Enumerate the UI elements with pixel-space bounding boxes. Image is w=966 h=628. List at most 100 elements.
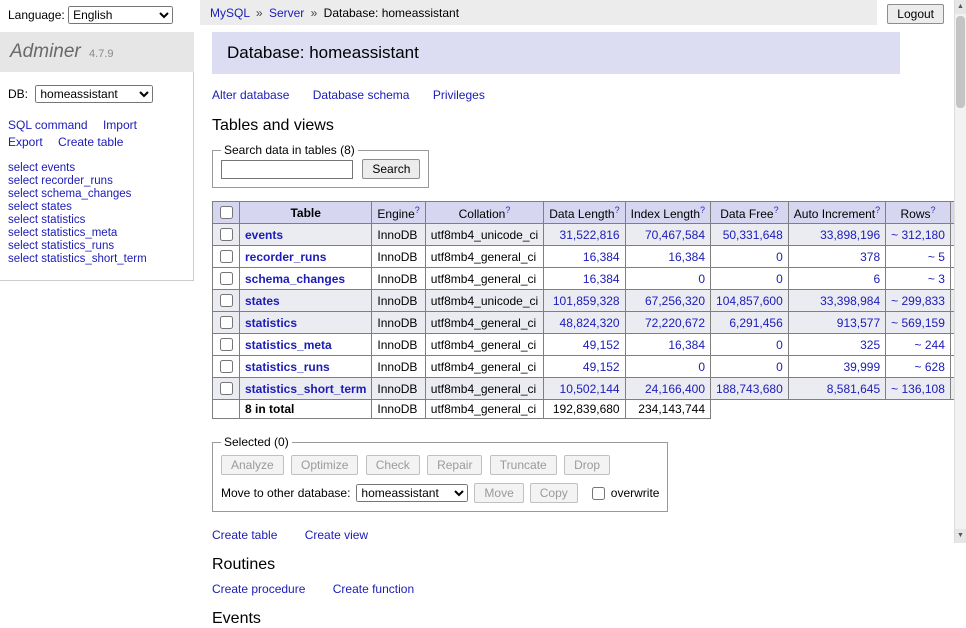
create-table-link[interactable]: Create table bbox=[212, 528, 277, 542]
language-select[interactable]: English bbox=[68, 6, 173, 24]
index-length-link[interactable]: 67,256,320 bbox=[645, 294, 705, 308]
data-length-link[interactable]: 49,152 bbox=[583, 360, 620, 374]
help-icon[interactable]: ? bbox=[875, 205, 880, 215]
repair-button[interactable]: Repair bbox=[427, 455, 482, 475]
data-length-link[interactable]: 101,859,328 bbox=[553, 294, 620, 308]
row-checkbox[interactable] bbox=[220, 272, 233, 285]
data-length-link[interactable]: 16,384 bbox=[583, 272, 620, 286]
help-icon[interactable]: ? bbox=[774, 205, 779, 215]
index-length-link[interactable]: 72,220,672 bbox=[645, 316, 705, 330]
app-name[interactable]: Adminer bbox=[10, 41, 81, 62]
overwrite-checkbox[interactable] bbox=[592, 487, 605, 500]
truncate-button[interactable]: Truncate bbox=[490, 455, 557, 475]
index-length-link[interactable]: 24,166,400 bbox=[645, 382, 705, 396]
breadcrumb-server-link[interactable]: Server bbox=[269, 6, 304, 20]
logout-button[interactable]: Logout bbox=[887, 4, 944, 24]
data-free-link[interactable]: 104,857,600 bbox=[716, 294, 783, 308]
data-free-link[interactable]: 50,331,648 bbox=[723, 228, 783, 242]
select-all-checkbox[interactable] bbox=[220, 206, 233, 219]
scroll-down-icon[interactable]: ▼ bbox=[955, 529, 966, 543]
privileges-link[interactable]: Privileges bbox=[433, 88, 485, 102]
optimize-button[interactable]: Optimize bbox=[291, 455, 358, 475]
db-select[interactable]: homeassistant bbox=[35, 85, 153, 103]
data-free-link[interactable]: 0 bbox=[776, 360, 783, 374]
data-free-link[interactable]: 6,291,456 bbox=[729, 316, 782, 330]
data-free-link[interactable]: 0 bbox=[776, 272, 783, 286]
index-length-link[interactable]: 70,467,584 bbox=[645, 228, 705, 242]
sidebar-item-select-schema-changes[interactable]: select schema_changes bbox=[8, 188, 185, 201]
create-procedure-link[interactable]: Create procedure bbox=[212, 582, 305, 596]
data-free-link[interactable]: 188,743,680 bbox=[716, 382, 783, 396]
scroll-up-icon[interactable]: ▲ bbox=[955, 0, 966, 14]
search-button[interactable]: Search bbox=[362, 159, 420, 179]
row-checkbox[interactable] bbox=[220, 228, 233, 241]
copy-button[interactable]: Copy bbox=[530, 483, 578, 503]
help-icon[interactable]: ? bbox=[931, 205, 936, 215]
auto-increment-link[interactable]: 6 bbox=[873, 272, 880, 286]
help-icon[interactable]: ? bbox=[615, 205, 620, 215]
rows-count-link[interactable]: ~ 244 bbox=[915, 338, 945, 352]
sidebar-item-select-events[interactable]: select events bbox=[8, 162, 185, 175]
auto-increment-link[interactable]: 325 bbox=[860, 338, 880, 352]
data-length-link[interactable]: 48,824,320 bbox=[560, 316, 620, 330]
rows-count-link[interactable]: ~ 136,108 bbox=[891, 382, 945, 396]
breadcrumb-mysql-link[interactable]: MySQL bbox=[210, 6, 250, 20]
sidebar-link-sql-command[interactable]: SQL command bbox=[8, 118, 88, 132]
move-db-select[interactable]: homeassistant bbox=[356, 484, 468, 502]
rows-count-link[interactable]: ~ 569,159 bbox=[891, 316, 945, 330]
data-length-link[interactable]: 10,502,144 bbox=[560, 382, 620, 396]
sidebar-item-select-states[interactable]: select states bbox=[8, 201, 185, 214]
table-link[interactable]: schema_changes bbox=[245, 272, 345, 286]
overwrite-toggle[interactable]: overwrite bbox=[588, 484, 660, 503]
database-schema-link[interactable]: Database schema bbox=[313, 88, 410, 102]
sidebar-link-export[interactable]: Export bbox=[8, 135, 43, 149]
rows-count-link[interactable]: ~ 299,833 bbox=[891, 294, 945, 308]
row-checkbox[interactable] bbox=[220, 338, 233, 351]
table-link[interactable]: statistics bbox=[245, 316, 297, 330]
drop-button[interactable]: Drop bbox=[564, 455, 610, 475]
check-button[interactable]: Check bbox=[366, 455, 420, 475]
rows-count-link[interactable]: ~ 628 bbox=[915, 360, 945, 374]
auto-increment-link[interactable]: 378 bbox=[860, 250, 880, 264]
auto-increment-link[interactable]: 33,398,984 bbox=[820, 294, 880, 308]
data-length-link[interactable]: 49,152 bbox=[583, 338, 620, 352]
create-function-link[interactable]: Create function bbox=[333, 582, 414, 596]
rows-count-link[interactable]: ~ 5 bbox=[928, 250, 945, 264]
rows-count-link[interactable]: ~ 3 bbox=[928, 272, 945, 286]
row-checkbox[interactable] bbox=[220, 382, 233, 395]
index-length-link[interactable]: 16,384 bbox=[668, 338, 705, 352]
row-checkbox[interactable] bbox=[220, 294, 233, 307]
data-free-link[interactable]: 0 bbox=[776, 338, 783, 352]
create-view-link[interactable]: Create view bbox=[305, 528, 368, 542]
auto-increment-link[interactable]: 33,898,196 bbox=[820, 228, 880, 242]
table-link[interactable]: statistics_short_term bbox=[245, 382, 366, 396]
table-link[interactable]: statistics_runs bbox=[245, 360, 330, 374]
auto-increment-link[interactable]: 8,581,645 bbox=[827, 382, 880, 396]
data-length-link[interactable]: 16,384 bbox=[583, 250, 620, 264]
help-icon[interactable]: ? bbox=[505, 205, 510, 215]
row-checkbox[interactable] bbox=[220, 360, 233, 373]
sidebar-link-import[interactable]: Import bbox=[103, 118, 137, 132]
table-link[interactable]: statistics_meta bbox=[245, 338, 332, 352]
sidebar-item-select-statistics-meta[interactable]: select statistics_meta bbox=[8, 227, 185, 240]
row-checkbox[interactable] bbox=[220, 250, 233, 263]
help-icon[interactable]: ? bbox=[700, 205, 705, 215]
scrollbar-thumb[interactable] bbox=[956, 16, 965, 108]
sidebar-link-create-table[interactable]: Create table bbox=[58, 135, 123, 149]
index-length-link[interactable]: 0 bbox=[698, 272, 705, 286]
table-link[interactable]: states bbox=[245, 294, 280, 308]
alter-database-link[interactable]: Alter database bbox=[212, 88, 289, 102]
data-free-link[interactable]: 0 bbox=[776, 250, 783, 264]
row-checkbox[interactable] bbox=[220, 316, 233, 329]
auto-increment-link[interactable]: 39,999 bbox=[843, 360, 880, 374]
scrollbar[interactable]: ▲ ▼ bbox=[954, 0, 966, 543]
analyze-button[interactable]: Analyze bbox=[221, 455, 284, 475]
index-length-link[interactable]: 16,384 bbox=[668, 250, 705, 264]
search-input[interactable] bbox=[221, 160, 353, 179]
auto-increment-link[interactable]: 913,577 bbox=[837, 316, 880, 330]
sidebar-item-select-statistics-short-term[interactable]: select statistics_short_term bbox=[8, 253, 185, 266]
index-length-link[interactable]: 0 bbox=[698, 360, 705, 374]
sidebar-item-select-statistics[interactable]: select statistics bbox=[8, 214, 185, 227]
sidebar-item-select-recorder-runs[interactable]: select recorder_runs bbox=[8, 175, 185, 188]
data-length-link[interactable]: 31,522,816 bbox=[560, 228, 620, 242]
